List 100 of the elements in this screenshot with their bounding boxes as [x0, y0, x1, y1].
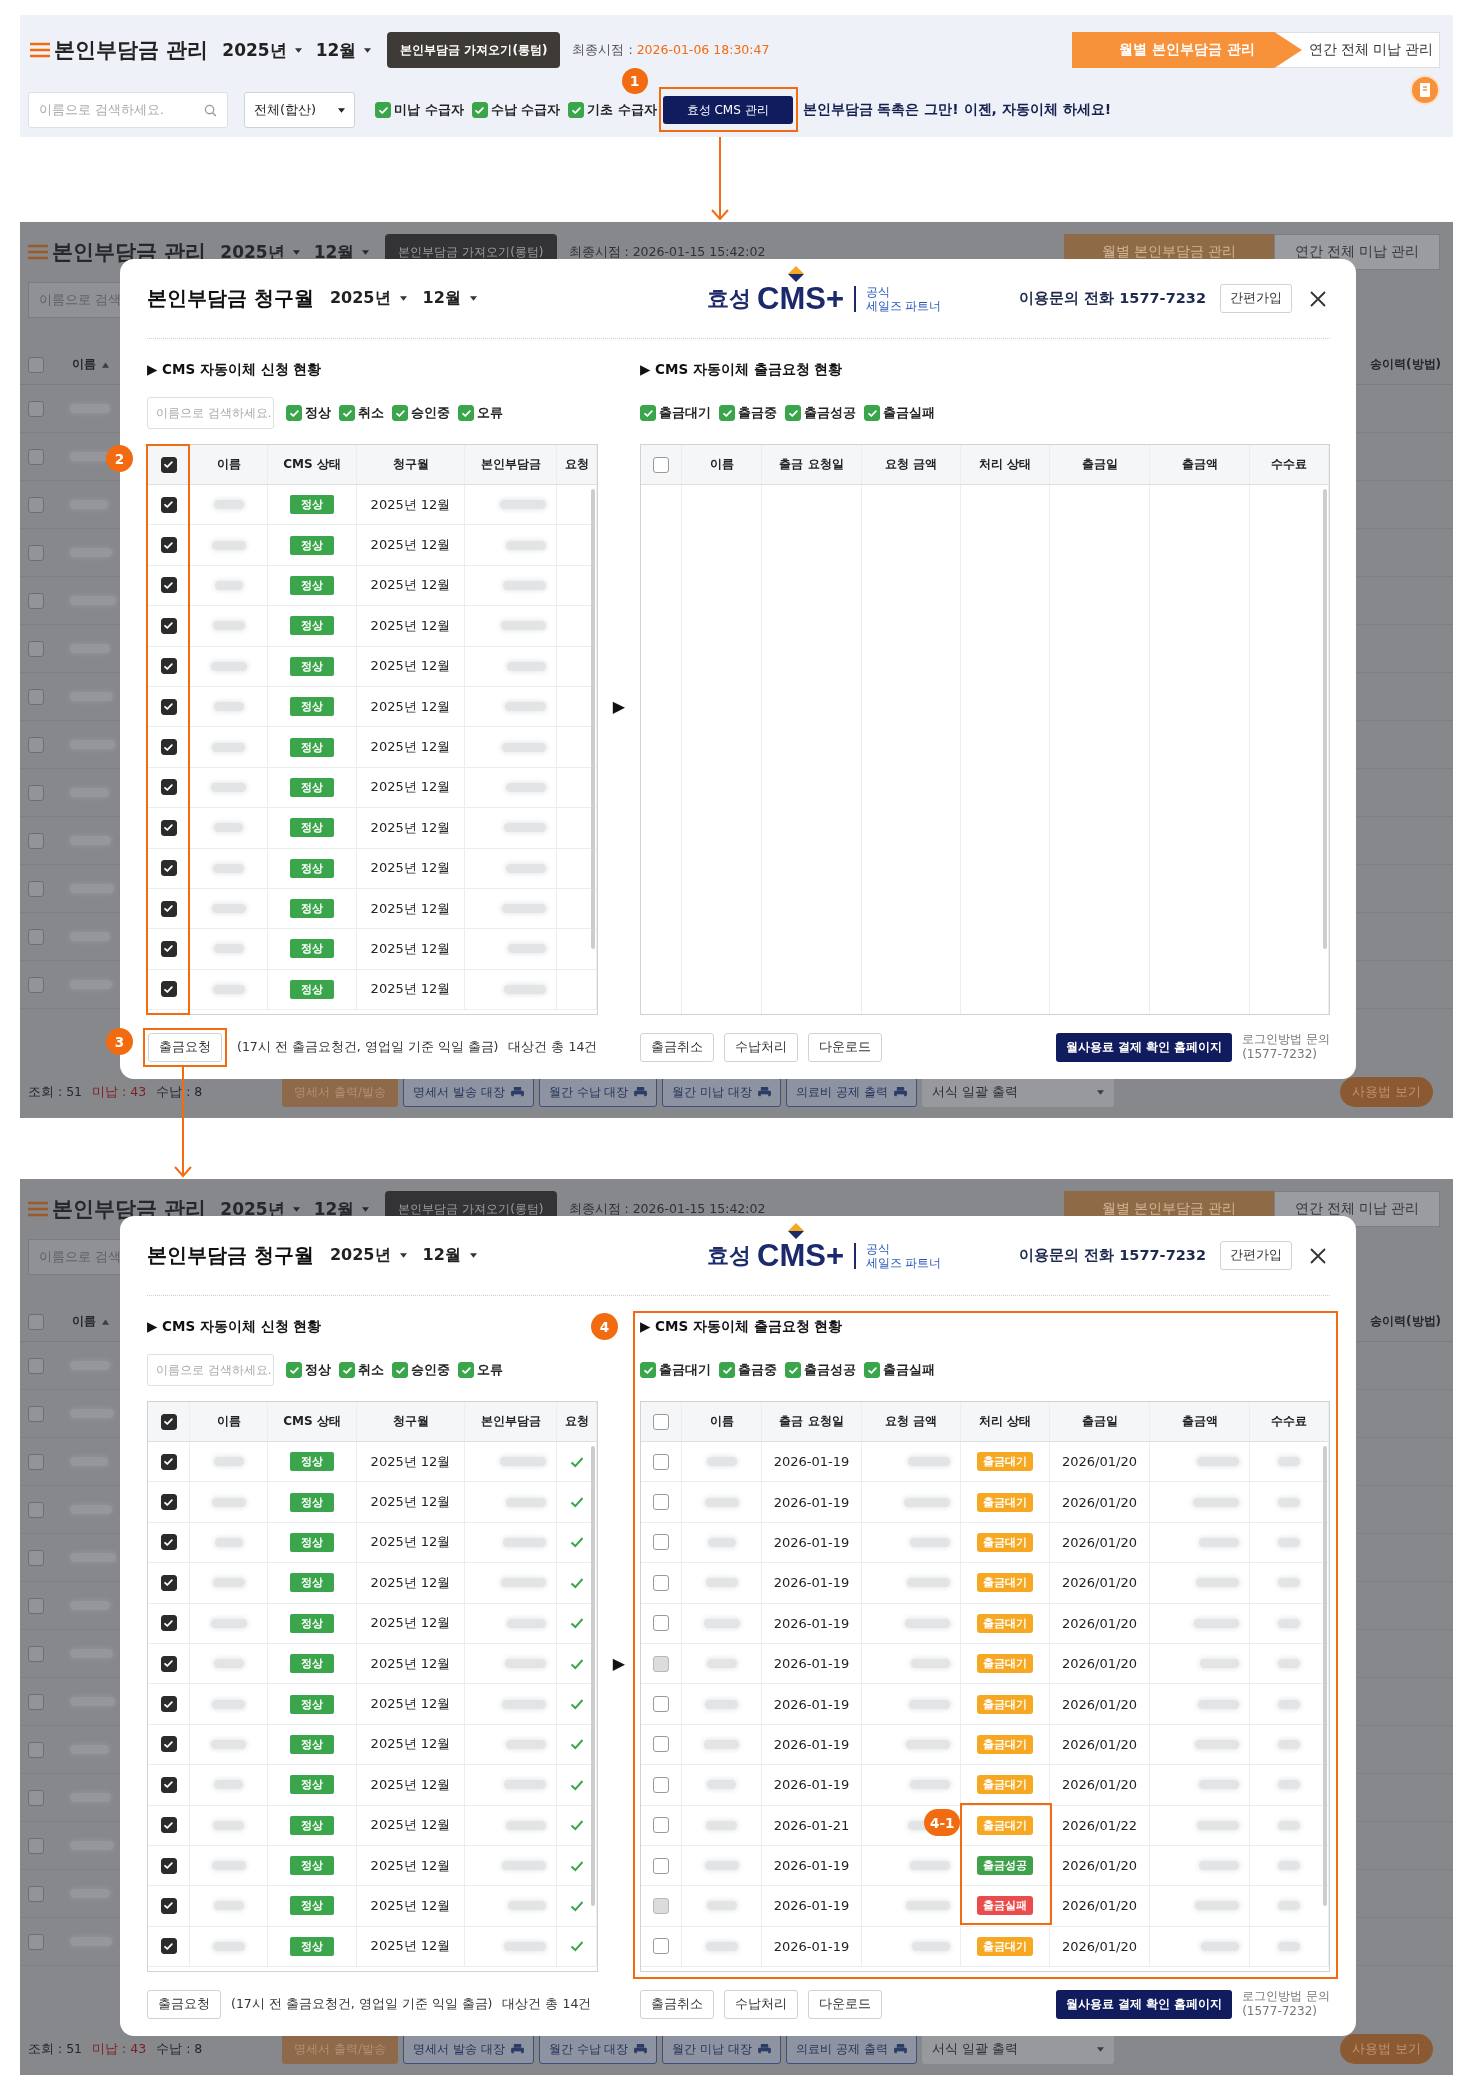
- contact-text: 이용문의 전화 1577-7232: [1019, 1246, 1206, 1265]
- table-cell: 2026-01-19: [762, 1603, 862, 1643]
- table-cell: 2026-01-19: [762, 1643, 862, 1684]
- table-cell: 2026/01/20: [1050, 1482, 1150, 1522]
- promo-text: 본인부담금 독촉은 그만! 이젠, 자동이체 하세요!: [802, 101, 1112, 119]
- filter-label: 출금중: [738, 404, 777, 422]
- column-header: CMS 상태: [268, 1402, 357, 1441]
- product-name: CMS+: [757, 280, 844, 317]
- note-text: (17시 전 출금요청건, 영업일 기준 익일 출금): [231, 1995, 493, 2013]
- table-cell: 2025년 12월: [357, 1482, 465, 1522]
- help-text: 로그인방법 문의: [1242, 1989, 1330, 2004]
- table-cell: 2026-01-19: [762, 1563, 862, 1603]
- table-cell: 2025년 12월: [357, 525, 465, 565]
- page-title: 본인부담금 관리: [54, 37, 209, 64]
- table-cell: 2025년 12월: [357, 1926, 465, 1967]
- filter-label: 취소: [358, 404, 384, 422]
- status-badge: 정상: [290, 1492, 334, 1512]
- dialog-title: 본인부담금 청구월: [147, 285, 314, 312]
- table-cell: 2025년 12월: [357, 686, 465, 727]
- contact-text: 이용문의 전화 1577-7232: [1019, 289, 1206, 308]
- column-header: 이름: [190, 445, 268, 484]
- filter-label: 출금성공: [804, 404, 856, 422]
- column-header: 수수료: [1250, 445, 1329, 484]
- table-cell: 2025년 12월: [357, 1603, 465, 1643]
- table-cell: 2026/01/20: [1050, 1765, 1150, 1805]
- status-badge: 정상: [290, 818, 334, 838]
- filter-label: 오류: [477, 1361, 503, 1379]
- table-cell: 2026/01/20: [1050, 1724, 1150, 1765]
- status-badge: 정상: [290, 535, 334, 555]
- table-cell: 2025년 12월: [357, 606, 465, 646]
- table-cell: 2026-01-19: [762, 1845, 862, 1886]
- table-cell: 2026/01/20: [1050, 1845, 1150, 1886]
- section-heading: ▶ CMS 자동이체 출금요청 현황: [640, 360, 844, 379]
- section-heading: ▶ CMS 자동이체 신청 현황: [147, 360, 323, 379]
- filter-label: 출금성공: [804, 1361, 856, 1379]
- brand-name: 효성: [707, 284, 751, 313]
- step-badge: 4: [591, 1313, 618, 1340]
- status-badge: 정상: [290, 939, 334, 959]
- table-cell: 2025년 12월: [357, 1684, 465, 1724]
- status-badge: 정상: [290, 737, 334, 757]
- filter-label: 출금대기: [659, 1361, 711, 1379]
- status-badge: 출금대기: [977, 1775, 1033, 1795]
- status-badge: 출금대기: [977, 1734, 1033, 1754]
- filter-label: 취소: [358, 1361, 384, 1379]
- filter-label: 수납 수급자: [490, 101, 561, 119]
- status-badge: 정상: [290, 1815, 334, 1835]
- column-header: 요청 금액: [862, 445, 961, 484]
- total-text: 대상건 총 14건: [502, 1995, 592, 2013]
- column-header: 요청: [557, 1402, 597, 1441]
- status-badge: 출금대기: [977, 1492, 1033, 1512]
- column-header: 청구월: [357, 1402, 465, 1441]
- status-badge: 정상: [290, 697, 334, 717]
- help-text: (1577-7232): [1242, 1047, 1318, 1062]
- filter-label: 출금중: [738, 1361, 777, 1379]
- help-text: 로그인방법 문의: [1242, 1032, 1330, 1047]
- filter-label: 정상: [305, 1361, 331, 1379]
- status-badge: 정상: [290, 979, 334, 999]
- filter-label: 출금실패: [883, 1361, 935, 1379]
- tagline-text: 세일즈 파트너: [865, 1255, 942, 1270]
- column-header: 본인부담금: [465, 1402, 557, 1441]
- product-name: CMS+: [757, 1237, 844, 1274]
- status-badge: 정상: [290, 575, 334, 595]
- table-cell: 2025년 12월: [357, 646, 465, 686]
- last-sync-text: 최종시점 : 2026-01-06 18:30:47: [572, 41, 770, 59]
- table-cell: 2025년 12월: [357, 1522, 465, 1563]
- table-cell: 2026/01/20: [1050, 1643, 1150, 1684]
- status-badge: 정상: [290, 1896, 334, 1916]
- count-text: 조회 : 51: [28, 1083, 83, 1101]
- step-badge: 3: [106, 1028, 133, 1055]
- column-header: 송이력(방법): [1370, 1313, 1441, 1330]
- table-cell: 2025년 12월: [357, 1805, 465, 1845]
- column-header: 출금일: [1050, 445, 1150, 484]
- column-header: 출금일: [1050, 1402, 1150, 1441]
- transfer-arrow: ▶: [612, 1654, 626, 1674]
- status-badge: 출금대기: [977, 1452, 1033, 1472]
- column-header: 이름: [682, 445, 762, 484]
- table-cell: 2025년 12월: [357, 727, 465, 767]
- table-cell: 2026-01-21: [762, 1805, 862, 1845]
- table-cell: 2026-01-19: [762, 1886, 862, 1926]
- section-heading: ▶ CMS 자동이체 신청 현황: [147, 1317, 323, 1336]
- tagline-text: 세일즈 파트너: [865, 298, 942, 313]
- table-cell: 2025년 12월: [357, 565, 465, 606]
- count-text: 수납 : 8: [156, 2040, 203, 2058]
- status-badge: 출금대기: [977, 1613, 1033, 1633]
- table-cell: 2025년 12월: [357, 888, 465, 929]
- status-badge: 출금대기: [977, 1654, 1033, 1674]
- status-badge: 정상: [290, 858, 334, 878]
- status-badge: 출금성공: [977, 1856, 1033, 1876]
- table-cell: 2026/01/22: [1050, 1805, 1150, 1845]
- status-badge: 출금대기: [977, 1694, 1033, 1714]
- column-header: 출금액: [1150, 1402, 1250, 1441]
- filter-label: 승인중: [411, 404, 450, 422]
- status-badge: 정상: [290, 656, 334, 676]
- column-header: 출금 요청일: [762, 445, 862, 484]
- filter-label: 기초 수급자: [587, 101, 657, 119]
- table-cell: 2025년 12월: [357, 1563, 465, 1603]
- column-header: 요청: [557, 445, 597, 484]
- table-cell: 2025년 12월: [357, 1724, 465, 1765]
- section-heading: ▶ CMS 자동이체 출금요청 현황: [640, 1317, 844, 1336]
- filter-label: 승인중: [411, 1361, 450, 1379]
